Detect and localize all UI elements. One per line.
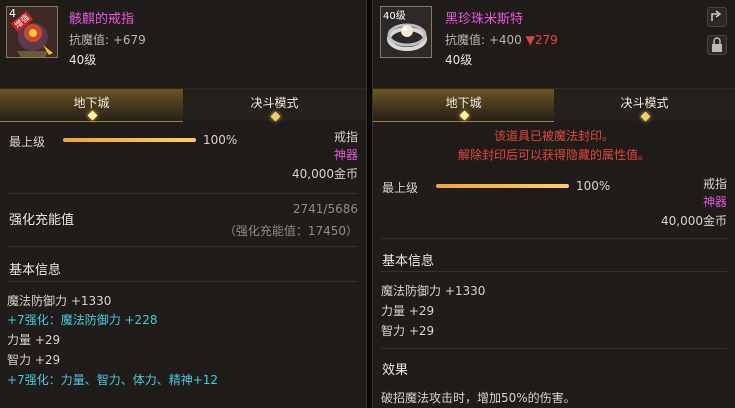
divider bbox=[8, 246, 358, 247]
left-item-tooltip: 4 增强 骸麒的戒指 抗魔值: +679 40级 地下城 决斗模式 最上级 10… bbox=[0, 0, 367, 408]
seal-notice-detail: 解除封印后可以获得隐藏的属性值。 bbox=[457, 148, 650, 162]
top-level-bar-fill bbox=[436, 184, 569, 188]
top-level-percent: 100% bbox=[576, 179, 611, 193]
tooltip-actions bbox=[707, 7, 727, 63]
tab-pvp[interactable]: 决斗模式 bbox=[183, 89, 366, 122]
tab-dungeon-label: 地下城 bbox=[73, 96, 110, 110]
tab-pvp-label: 决斗模式 bbox=[620, 96, 669, 110]
stat-line: 力量 +29 bbox=[7, 333, 61, 347]
top-level-bar bbox=[436, 184, 569, 188]
ring-item-icon: 40级 bbox=[380, 6, 432, 58]
icon-level-number: 4 bbox=[9, 7, 16, 20]
stat-line: 智力 +29 bbox=[381, 324, 435, 338]
item-level: 40级 bbox=[445, 53, 473, 67]
item-price: 40,000金币 bbox=[292, 167, 358, 181]
stat-line: 智力 +29 bbox=[7, 353, 61, 367]
tab-indicator-icon bbox=[270, 111, 280, 122]
divider bbox=[381, 271, 727, 272]
top-level-bar-fill bbox=[63, 138, 196, 142]
top-level-bar bbox=[63, 138, 196, 142]
magic-resist-diff: ▼279 bbox=[525, 33, 558, 47]
tab-indicator-icon bbox=[87, 110, 97, 121]
divider bbox=[381, 348, 727, 349]
item-rarity: 神器 bbox=[702, 195, 727, 209]
tab-dungeon[interactable]: 地下城 bbox=[373, 89, 554, 122]
item-type: 戒指 bbox=[333, 130, 358, 144]
item-name: 黑珍珠米斯特 bbox=[445, 12, 524, 27]
item-rarity: 神器 bbox=[333, 148, 358, 162]
item-level: 40级 bbox=[69, 53, 97, 67]
amplify-note: （强化充能值：17450） bbox=[223, 224, 358, 238]
item-price: 40,000金币 bbox=[661, 214, 727, 228]
enhance-stat-line: +7强化：魔法防御力 +228 bbox=[7, 313, 158, 327]
right-item-tooltip: 40级 黑珍珠米斯特 抗魔值: +400 ▼279 40级 地下城 决斗模式 该… bbox=[372, 0, 735, 408]
divider bbox=[8, 281, 358, 282]
enhance-stat-line: +7强化：力量、智力、体力、精神+12 bbox=[7, 373, 219, 387]
magic-resist-value: 抗魔值: +400 bbox=[445, 33, 522, 47]
ring-item-icon: 4 增强 bbox=[6, 6, 58, 58]
tab-indicator-icon bbox=[459, 110, 469, 121]
stat-line: 力量 +29 bbox=[381, 304, 435, 318]
effect-text: 破招魔法攻击时，增加50%的伤害。 bbox=[381, 391, 576, 405]
seal-notice: 该道具已被魔法封印。 bbox=[493, 129, 614, 143]
magic-resist-stat: 抗魔值: +679 bbox=[69, 33, 146, 47]
share-icon[interactable] bbox=[707, 7, 727, 27]
effect-title: 效果 bbox=[382, 363, 409, 378]
stat-line: 魔法防御力 +1330 bbox=[7, 294, 112, 308]
divider bbox=[381, 238, 727, 239]
item-type: 戒指 bbox=[702, 177, 727, 191]
item-name: 骸麒的戒指 bbox=[69, 12, 135, 27]
top-level-label: 最上级 bbox=[9, 135, 46, 149]
tab-pvp-label: 决斗模式 bbox=[250, 96, 299, 110]
basic-info-title: 基本信息 bbox=[9, 263, 62, 278]
top-level-label: 最上级 bbox=[382, 181, 419, 195]
amplify-label: 强化充能值 bbox=[9, 213, 75, 228]
lock-icon[interactable] bbox=[707, 35, 727, 55]
mode-tabs: 地下城 决斗模式 bbox=[373, 88, 735, 122]
basic-info-title: 基本信息 bbox=[382, 254, 435, 269]
stat-line: 魔法防御力 +1330 bbox=[381, 284, 486, 298]
top-level-percent: 100% bbox=[203, 133, 238, 147]
amplify-value: 2741/5686 bbox=[292, 202, 358, 216]
tab-pvp[interactable]: 决斗模式 bbox=[554, 89, 735, 122]
divider bbox=[8, 193, 358, 194]
magic-resist-stat: 抗魔值: +400 ▼279 bbox=[445, 31, 558, 48]
tab-dungeon[interactable]: 地下城 bbox=[0, 89, 183, 122]
tab-dungeon-label: 地下城 bbox=[445, 96, 482, 110]
tab-indicator-icon bbox=[640, 111, 650, 122]
mode-tabs: 地下城 决斗模式 bbox=[0, 88, 366, 122]
icon-level-label: 40级 bbox=[383, 11, 406, 22]
